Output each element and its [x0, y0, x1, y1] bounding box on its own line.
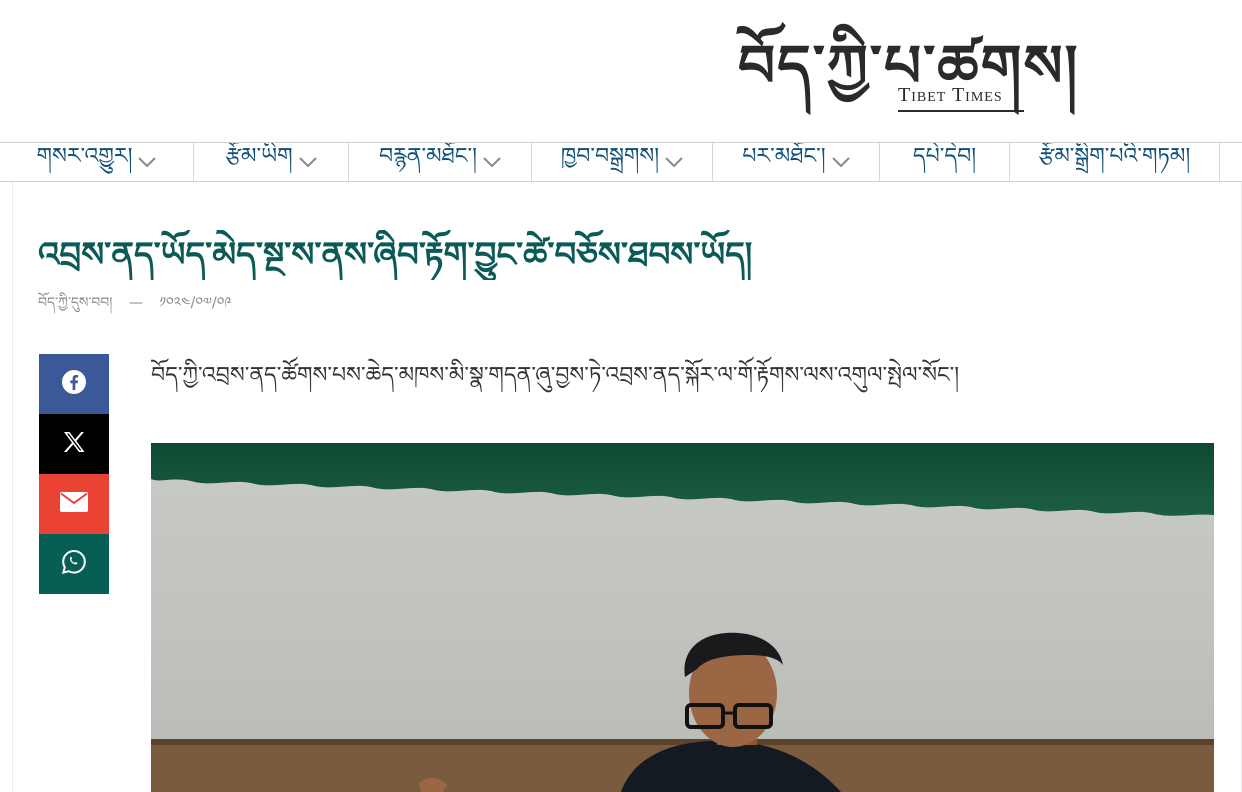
chevron-down-icon [483, 156, 501, 168]
nav-item-editorial[interactable]: རྩོམ་སྒྲིག་པའི་གཏམ། [1010, 143, 1220, 181]
logo-english-text: Tibet Times [898, 84, 1003, 106]
site-header: བོད་ཀྱི་པ་ཚགས། Tibet Times [0, 0, 1242, 142]
facebook-icon [61, 369, 87, 399]
nav-item-label: དཔེ་དེབ། [912, 144, 977, 169]
x-icon [62, 431, 86, 457]
meta-separator: — [128, 295, 143, 311]
nav-item-label: རྩོམ་སྒྲིག་པའི་གཏམ། [1038, 144, 1191, 169]
nav-item-video[interactable]: བརྙན་མཐོང་། [349, 143, 532, 181]
nav-item-label: ཁྱབ་བསྒྲགས། [560, 144, 660, 169]
nav-item-photos[interactable]: པར་མཐོང་། [713, 143, 880, 181]
main-nav: གསར་འགྱུར། རྩོམ་ཡིག བརྙན་མཐོང་། ཁྱབ་བསྒྲ… [0, 142, 1242, 182]
logo-underline [898, 110, 1024, 112]
article-title: འབྲས་ནད་ཡོད་མེད་སྔ་ས་ནས་ཞིབ་རྟོག་བྱུང་ཚེ… [38, 235, 753, 275]
share-x-button[interactable] [39, 414, 109, 474]
nav-item-announcements[interactable]: ཁྱབ་བསྒྲགས། [532, 143, 713, 181]
article-date: ༡༠༢༤/༠༧/༠༩ [159, 295, 232, 311]
nav-item-label: བརྙན་མཐོང་། [378, 144, 478, 169]
article-author[interactable]: བོད་ཀྱི་དུས་བབ། [38, 295, 112, 311]
share-facebook-button[interactable] [39, 354, 109, 414]
nav-item-label: པར་མཐོང་། [742, 144, 826, 169]
chevron-down-icon [298, 156, 317, 168]
article-meta: བོད་ཀྱི་དུས་བབ། — ༡༠༢༤/༠༧/༠༩ [38, 286, 231, 326]
article-lede: བོད་ཀྱི་འབྲས་ནད་ཚོགས་པས་ཆེད་མཁས་མི་སྣ་གད… [151, 363, 960, 388]
nav-item-label: གསར་འགྱུར། [36, 144, 133, 169]
whatsapp-icon [61, 549, 87, 579]
chevron-down-icon [138, 156, 157, 168]
chevron-down-icon [665, 156, 683, 168]
chevron-down-icon [831, 156, 850, 168]
envelope-icon [60, 492, 88, 516]
nav-item-label: རྩོམ་ཡིག [225, 144, 293, 169]
share-email-button[interactable] [39, 474, 109, 534]
share-bar [39, 354, 109, 594]
nav-item-articles[interactable]: རྩོམ་ཡིག [194, 143, 349, 181]
site-logo[interactable]: བོད་ཀྱི་པ་ཚགས། Tibet Times [738, 20, 1077, 116]
nav-item-news[interactable]: གསར་འགྱུར། [0, 143, 194, 181]
share-whatsapp-button[interactable] [39, 534, 109, 594]
article-photo [151, 443, 1214, 792]
nav-item-books[interactable]: དཔེ་དེབ། [880, 143, 1010, 181]
